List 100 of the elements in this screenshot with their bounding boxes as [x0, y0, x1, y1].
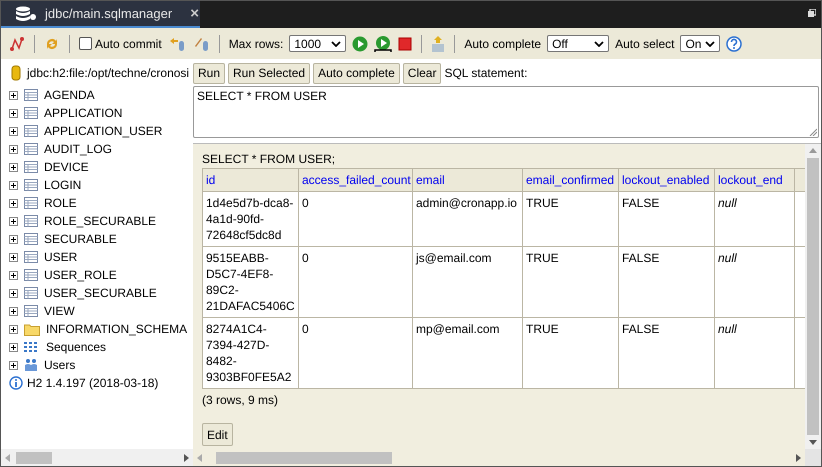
expand-icon[interactable]: [9, 234, 18, 244]
caret-icon: [331, 40, 342, 46]
expand-icon[interactable]: [9, 306, 18, 316]
table-icon: [24, 179, 38, 191]
table-cell: mp@email.com: [412, 318, 522, 388]
disconnect-icon[interactable]: [9, 36, 25, 52]
table-cell: TRUE: [522, 246, 618, 318]
folder-icon: [24, 322, 40, 336]
column-header[interactable]: lockout_end: [714, 168, 794, 192]
table-cell: 0: [298, 192, 412, 246]
scrollbar-thumb[interactable]: [807, 158, 819, 435]
auto-commit-checkbox[interactable]: Auto commit: [79, 36, 162, 50]
expand-icon[interactable]: [9, 216, 18, 226]
expand-icon[interactable]: [9, 342, 18, 352]
info-icon: [9, 376, 23, 390]
table-icon: [24, 107, 38, 119]
scrollbar-thumb[interactable]: [216, 452, 392, 464]
tree-item[interactable]: ROLE_SECURABLE: [44, 214, 156, 228]
tree-item[interactable]: APPLICATION: [44, 106, 122, 120]
edit-button[interactable]: Edit: [202, 423, 233, 446]
close-icon[interactable]: ×: [190, 5, 199, 22]
expand-icon[interactable]: [9, 252, 18, 262]
tree-item[interactable]: USER_ROLE: [44, 268, 117, 282]
connection-url: jdbc:h2:file:/opt/techne/cronosi: [27, 66, 190, 80]
tree-item[interactable]: USER_SECURABLE: [44, 286, 157, 300]
caret-icon: [705, 40, 716, 46]
scroll-down-icon[interactable]: [809, 440, 817, 445]
max-rows-select[interactable]: 1000: [289, 35, 346, 52]
expand-icon[interactable]: [9, 270, 18, 280]
query-button[interactable]: Auto complete: [313, 62, 400, 84]
table-cell: null: [714, 246, 794, 318]
expand-icon[interactable]: [9, 126, 18, 136]
database-icon: [15, 6, 37, 22]
caret-icon: [594, 40, 604, 46]
table-cell: 8274A1C4-7394-427D-8482-9303BF0FE5A2: [202, 318, 298, 388]
scroll-right-icon[interactable]: [184, 454, 189, 462]
horizontal-scrollbar[interactable]: [193, 449, 805, 466]
help-icon[interactable]: [726, 36, 742, 52]
scrollbar-corner: [805, 449, 821, 466]
expand-icon[interactable]: [9, 180, 18, 190]
tree-item[interactable]: DEVICE: [44, 160, 89, 174]
auto-complete-select[interactable]: Off: [547, 35, 610, 52]
table-cell: TRUE: [522, 318, 618, 388]
tree-item[interactable]: VIEW: [44, 304, 75, 318]
table-icon: [24, 89, 38, 101]
table-cell: js@email.com: [412, 246, 522, 318]
scrollbar-thumb[interactable]: [16, 452, 52, 464]
table-cell: 0: [298, 246, 412, 318]
tree-item[interactable]: INFORMATION_SCHEMA: [46, 322, 188, 336]
maximize-icon[interactable]: [808, 9, 816, 17]
expand-icon[interactable]: [9, 360, 18, 370]
table-cell: admin@cronapp.io: [412, 192, 522, 246]
editor-tab[interactable]: jdbc/main.sqlmanager ×: [1, 1, 200, 28]
scroll-right-icon[interactable]: [796, 454, 801, 462]
sql-editor[interactable]: SELECT * FROM USER: [193, 86, 819, 138]
column-header[interactable]: lockout_enabled: [618, 168, 714, 192]
table-cell: TRUE: [522, 192, 618, 246]
tree-item[interactable]: AGENDA: [44, 88, 95, 102]
expand-icon[interactable]: [9, 288, 18, 298]
auto-select-label: Auto select: [615, 36, 674, 50]
table-icon: [24, 305, 38, 317]
table-cell: 0: [298, 318, 412, 388]
tree-item[interactable]: APPLICATION_USER: [44, 124, 162, 138]
horizontal-scrollbar[interactable]: [1, 449, 193, 466]
tree-item[interactable]: USER: [44, 250, 78, 264]
column-header[interactable]: email: [412, 168, 522, 192]
vertical-scrollbar[interactable]: [805, 144, 821, 449]
tree-item[interactable]: Sequences: [46, 340, 106, 354]
table-icon: [24, 197, 38, 209]
tree-item[interactable]: LOGIN: [44, 178, 82, 192]
sequence-icon: [24, 340, 40, 354]
tree-item[interactable]: AUDIT_LOG: [44, 142, 112, 156]
version-text: H2 1.4.197 (2018-03-18): [27, 376, 158, 390]
table-icon: [24, 143, 38, 155]
column-header[interactable]: email_confirmed: [522, 168, 618, 192]
result-summary: (3 rows, 9 ms): [202, 393, 280, 407]
column-header[interactable]: id: [202, 168, 298, 192]
auto-complete-label: Auto complete: [464, 36, 542, 50]
expand-icon[interactable]: [9, 108, 18, 118]
query-button[interactable]: Run: [193, 62, 226, 84]
expand-icon[interactable]: [9, 198, 18, 208]
query-button[interactable]: Run Selected: [228, 62, 310, 84]
query-echo: SELECT * FROM USER;: [202, 152, 336, 166]
tree-item[interactable]: ROLE: [44, 196, 77, 210]
run-icon[interactable]: [352, 36, 368, 52]
auto-select-select[interactable]: On: [680, 35, 720, 52]
expand-icon[interactable]: [9, 144, 18, 154]
database-icon: [11, 65, 21, 81]
stop-icon[interactable]: [398, 36, 412, 50]
expand-icon[interactable]: [9, 162, 18, 172]
column-header[interactable]: access_failed_count: [298, 168, 412, 192]
table-icon: [24, 269, 38, 281]
expand-icon[interactable]: [9, 90, 18, 100]
expand-icon[interactable]: [9, 324, 18, 334]
query-button[interactable]: Clear: [402, 62, 442, 84]
table-cell: 1d4e5d7b-dca8-4a1d-90fd-72648cf5dc8d: [202, 192, 298, 246]
run-selected-icon[interactable]: [374, 34, 392, 52]
resize-grip-icon[interactable]: [809, 128, 817, 136]
tree-item[interactable]: Users: [44, 358, 76, 372]
tree-item[interactable]: SECURABLE: [44, 232, 117, 246]
